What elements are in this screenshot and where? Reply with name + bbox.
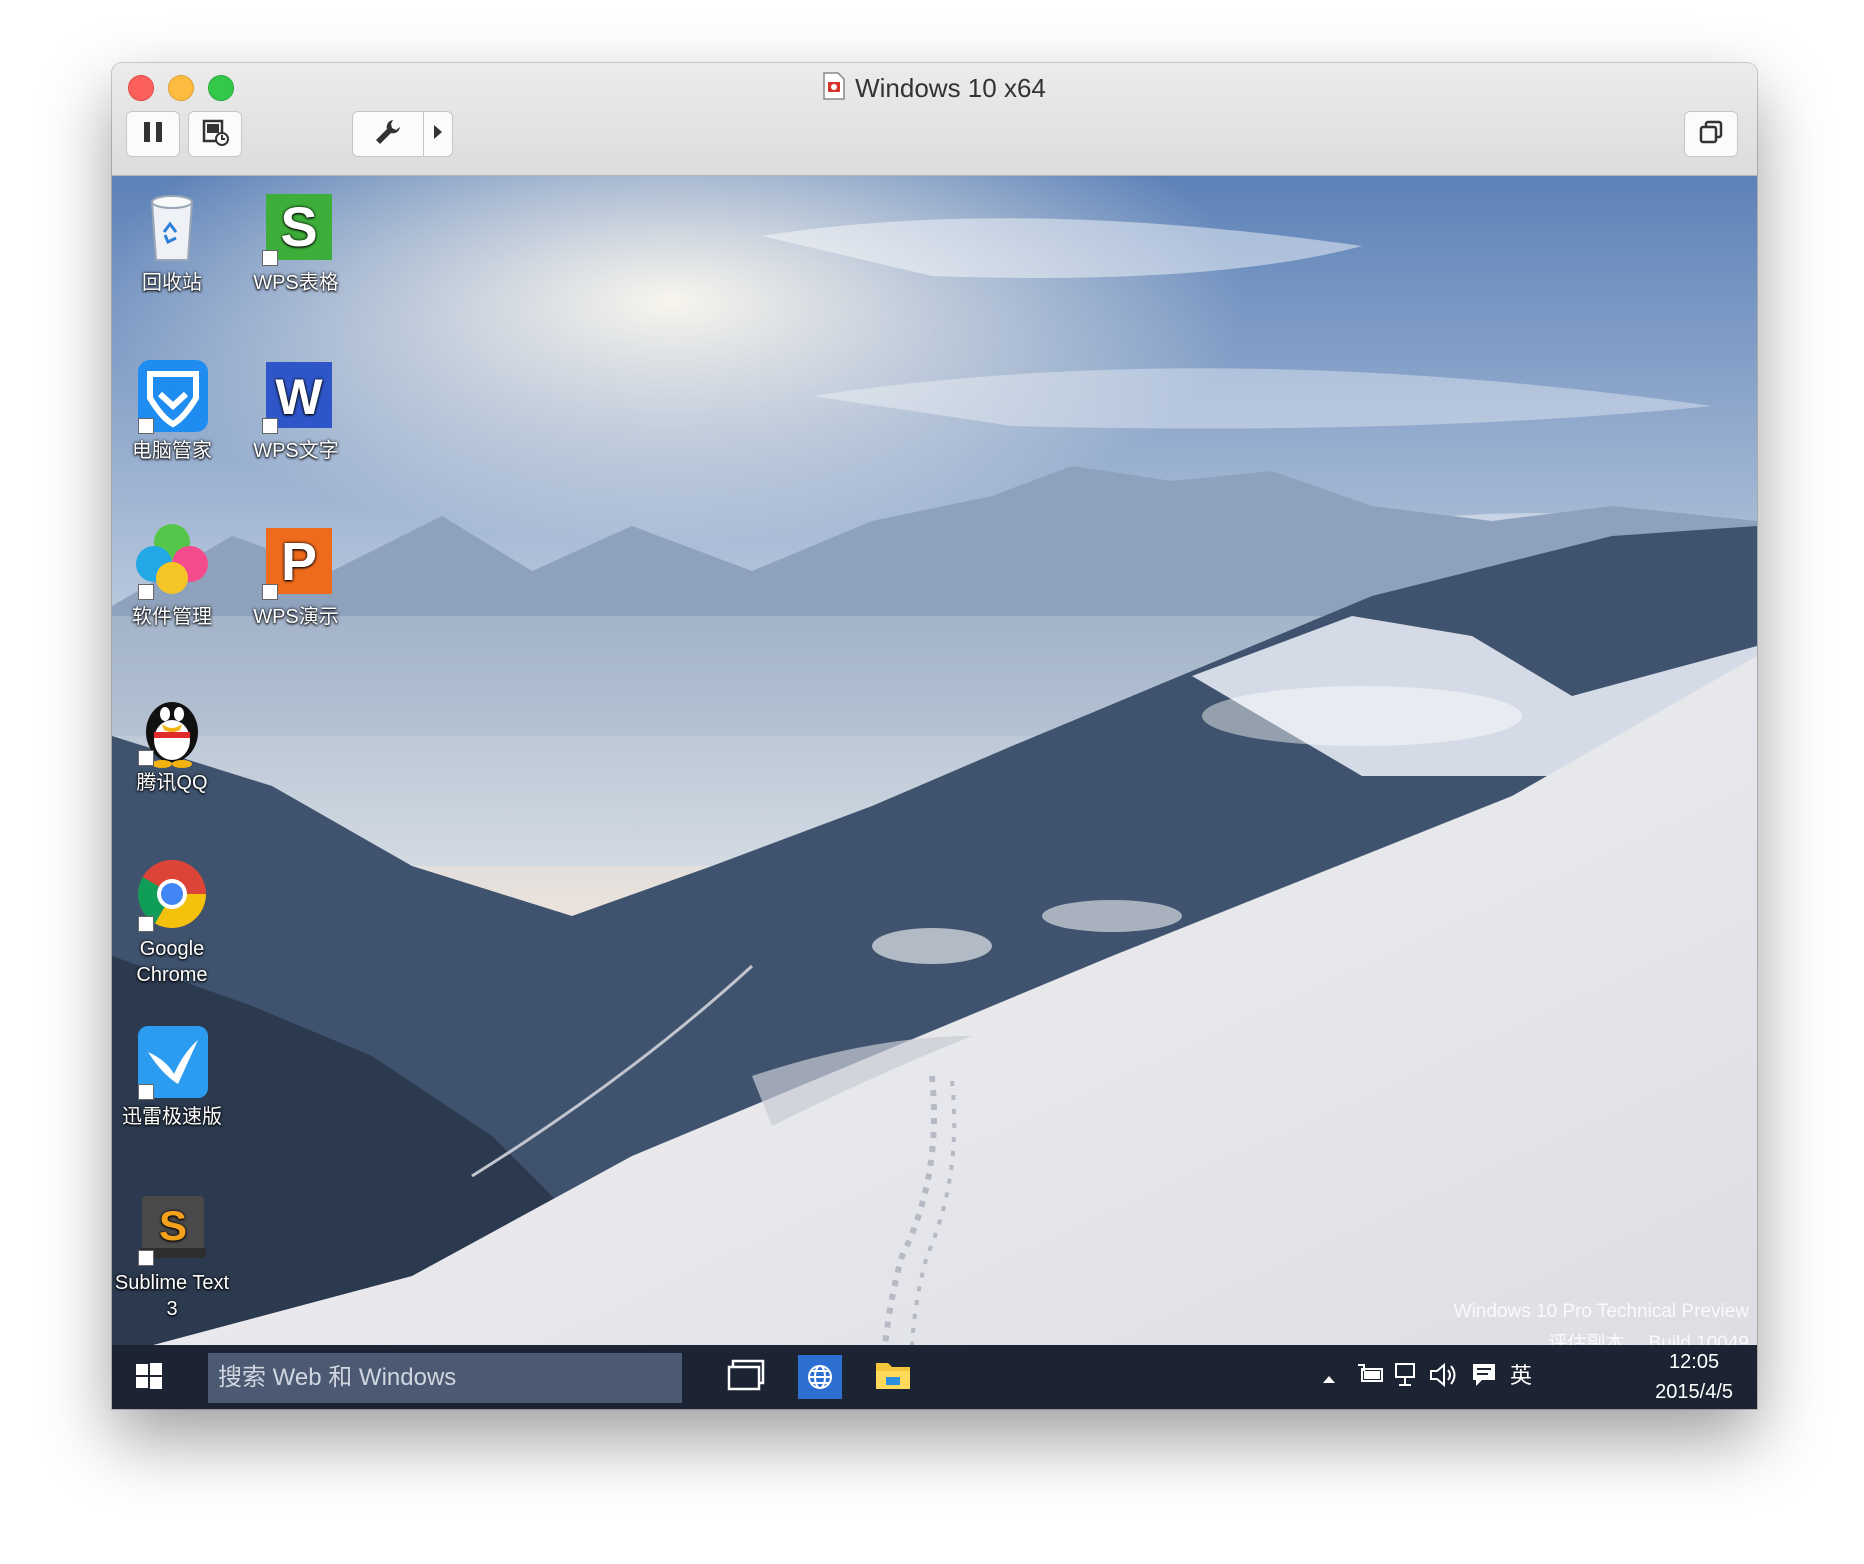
shortcut-arrow-icon <box>138 1084 154 1100</box>
desktop-icon-pc-manager[interactable]: 电脑管家 <box>112 356 232 464</box>
shortcut-arrow-icon <box>262 250 278 266</box>
desktop-icon-xunlei[interactable]: 迅雷极速版 <box>112 1022 232 1130</box>
taskbar-clock[interactable]: 12:05 2015/4/5 <box>1655 1347 1733 1407</box>
desktop-icon-label: Sublime Text 3 <box>114 1272 230 1320</box>
clock-time: 12:05 <box>1669 1351 1720 1373</box>
desktop-icon-label: 电脑管家 <box>132 440 212 462</box>
sublime-text-icon: S <box>132 1188 212 1268</box>
desktop-icon-wps-spreadsheet[interactable]: S WPS表格 <box>236 188 356 296</box>
desktop-icon-label: WPS演示 <box>253 606 339 628</box>
chrome-icon <box>132 854 212 934</box>
wps-presentation-icon: P <box>256 522 336 602</box>
svg-text:S: S <box>280 195 317 258</box>
vm-screen[interactable]: 回收站 S WPS表格 电脑管家 W WPS文字 软件管理 P WPS演示 腾讯… <box>112 176 1757 1409</box>
software-manager-icon <box>132 522 212 602</box>
desktop-icon-wps-writer[interactable]: W WPS文字 <box>236 356 356 464</box>
tray-battery[interactable] <box>1356 1361 1386 1395</box>
desktop-wallpaper <box>112 176 1757 1409</box>
tray-overflow-button[interactable] <box>1322 1365 1336 1395</box>
settings-button[interactable] <box>352 111 424 157</box>
title-bar: Windows 10 x64 <box>112 63 1757 176</box>
taskbar: 搜索 Web 和 Windows 英 12:05 2015/4/5 <box>112 1345 1757 1409</box>
taskbar-search-input[interactable]: 搜索 Web 和 Windows <box>208 1353 682 1403</box>
window-title-area: Windows 10 x64 <box>112 71 1757 108</box>
desktop-icon-sublime-text[interactable]: S Sublime Text 3 <box>112 1188 232 1322</box>
settings-dropdown-button[interactable] <box>423 111 453 157</box>
task-view-button[interactable] <box>726 1359 766 1398</box>
wrench-icon <box>373 117 403 152</box>
snapshot-button[interactable] <box>188 111 242 157</box>
pause-icon <box>142 120 164 149</box>
fullscreen-button[interactable] <box>1684 111 1738 157</box>
tray-volume[interactable] <box>1428 1361 1458 1397</box>
folder-icon <box>874 1363 912 1397</box>
shortcut-arrow-icon <box>138 584 154 600</box>
desktop-icon-recycle-bin[interactable]: 回收站 <box>112 188 232 296</box>
clock-date: 2015/4/5 <box>1655 1381 1733 1403</box>
globe-icon <box>806 1363 834 1396</box>
watermark-edition: Windows 10 Pro Technical Preview <box>1453 1301 1749 1322</box>
desktop-icon-label: 腾讯QQ <box>136 772 208 794</box>
document-icon <box>823 72 845 108</box>
desktop-icon-label: WPS表格 <box>253 272 339 294</box>
network-icon <box>1392 1363 1420 1394</box>
shortcut-arrow-icon <box>138 1250 154 1266</box>
desktop-icon-wps-presentation[interactable]: P WPS演示 <box>236 522 356 630</box>
task-view-icon <box>726 1359 766 1397</box>
battery-icon <box>1356 1364 1386 1392</box>
speaker-icon <box>1428 1362 1458 1394</box>
chevron-up-icon <box>1322 1371 1336 1388</box>
desktop-icon-google-chrome[interactable]: Google Chrome <box>112 854 232 988</box>
start-button[interactable] <box>134 1361 164 1396</box>
desktop-icon-label: 回收站 <box>142 272 202 294</box>
svg-text:S: S <box>159 1202 187 1249</box>
desktop-icon-label: 迅雷极速版 <box>122 1106 222 1128</box>
wps-writer-icon: W <box>256 356 336 436</box>
desktop-icon-software-manager[interactable]: 软件管理 <box>112 522 232 630</box>
recycle-bin-icon <box>132 188 212 268</box>
desktop-icon-label: Google Chrome <box>136 938 208 986</box>
qq-penguin-icon <box>132 688 212 768</box>
xunlei-bird-icon <box>132 1022 212 1102</box>
tray-action-center[interactable] <box>1470 1361 1498 1397</box>
desktop-icon-qq[interactable]: 腾讯QQ <box>112 688 232 796</box>
shortcut-arrow-icon <box>262 584 278 600</box>
svg-text:P: P <box>281 532 317 592</box>
shortcut-arrow-icon <box>138 916 154 932</box>
shortcut-arrow-icon <box>138 418 154 434</box>
snapshot-icon <box>201 118 229 151</box>
ie-taskbar-button[interactable] <box>798 1355 842 1399</box>
desktop-icon-label: 软件管理 <box>132 606 212 628</box>
file-explorer-button[interactable] <box>874 1357 912 1398</box>
tray-ime-indicator[interactable]: 英 <box>1510 1361 1532 1391</box>
desktop-icon-label: WPS文字 <box>253 440 339 462</box>
notification-icon <box>1470 1364 1498 1394</box>
windows-logo-icon <box>134 1363 164 1395</box>
vm-window: Windows 10 x64 回收站 S WPS表格 电脑管家 W WPS文字 … <box>112 63 1757 1409</box>
shortcut-arrow-icon <box>138 750 154 766</box>
window-title: Windows 10 x64 <box>855 73 1046 103</box>
pc-manager-icon <box>132 356 212 436</box>
pause-button[interactable] <box>126 111 180 157</box>
svg-text:W: W <box>275 369 323 425</box>
chevron-right-icon <box>433 124 443 145</box>
tray-network[interactable] <box>1392 1361 1420 1397</box>
restore-icon <box>1698 119 1724 150</box>
shortcut-arrow-icon <box>262 418 278 434</box>
wps-spreadsheet-icon: S <box>256 188 336 268</box>
